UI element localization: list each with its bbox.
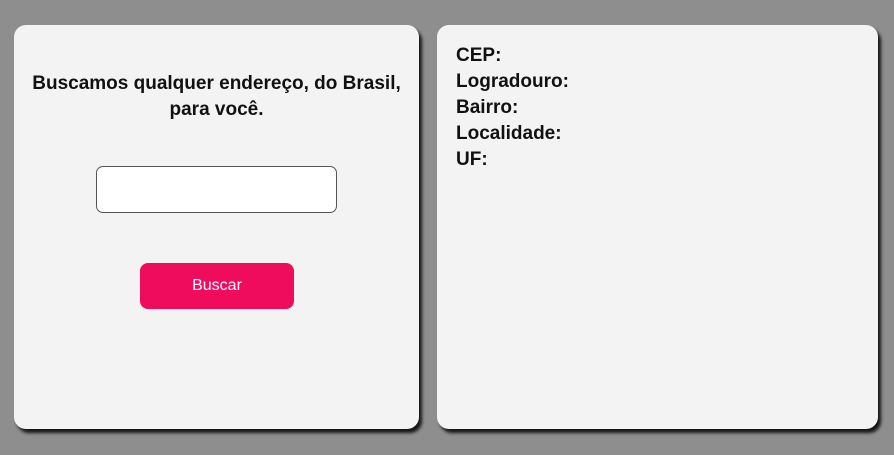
result-bairro: Bairro:	[456, 95, 569, 121]
result-logradouro: Logradouro:	[456, 69, 569, 95]
search-button[interactable]: Buscar	[140, 263, 294, 309]
result-list: CEP: Logradouro: Bairro: Localidade: UF:	[456, 43, 569, 173]
cep-input[interactable]	[96, 166, 337, 213]
result-uf-label: UF:	[456, 149, 488, 170]
result-cep: CEP:	[456, 43, 569, 69]
result-uf: UF:	[456, 147, 569, 173]
result-cep-label: CEP:	[456, 45, 502, 66]
search-card: Buscamos qualquer endereço, do Brasil, p…	[14, 25, 419, 429]
result-localidade-label: Localidade:	[456, 123, 562, 144]
result-card: CEP: Logradouro: Bairro: Localidade: UF:	[437, 25, 878, 429]
result-localidade: Localidade:	[456, 121, 569, 147]
result-logradouro-label: Logradouro:	[456, 71, 569, 92]
page: Buscamos qualquer endereço, do Brasil, p…	[0, 0, 894, 455]
search-headline: Buscamos qualquer endereço, do Brasil, p…	[32, 73, 401, 120]
result-bairro-label: Bairro:	[456, 97, 519, 118]
